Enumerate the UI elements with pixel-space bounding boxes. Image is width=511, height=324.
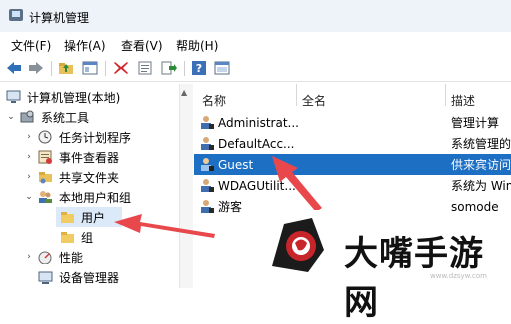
user-row-selected[interactable]: Guest 供来宾访问 [194, 154, 511, 175]
tree-item-root[interactable]: 计算机管理(本地) [6, 87, 120, 107]
menu-help[interactable]: 帮助(H) [176, 37, 218, 54]
user-description: somode [451, 199, 499, 214]
user-name: Guest [218, 157, 254, 172]
toolbar-separator [51, 61, 52, 76]
tree-scrollbar[interactable] [179, 84, 193, 288]
chevron-down-icon[interactable]: ⌄ [24, 192, 34, 202]
user-description: 管理计算 [451, 116, 500, 130]
window-title: 计算机管理 [29, 11, 90, 25]
tree-label: 用户 [81, 210, 106, 225]
tree-label: 计算机管理(本地) [27, 90, 121, 105]
forward-arrow-icon[interactable] [28, 60, 44, 76]
up-folder-icon[interactable] [58, 60, 74, 76]
shared-folder-icon [38, 170, 53, 184]
user-icon [200, 115, 215, 130]
user-icon [200, 157, 215, 172]
menu-file[interactable]: 文件(F) [11, 37, 51, 54]
toolbar: ? [0, 57, 511, 82]
user-name: Administrat... [218, 115, 299, 130]
view-icon[interactable] [214, 60, 230, 76]
svg-text:?: ? [196, 62, 202, 75]
tree-item-shared-folders[interactable]: › 共享文件夹 [24, 167, 119, 187]
user-name: 游客 [218, 200, 243, 214]
chevron-down-icon[interactable]: ⌄ [6, 112, 16, 122]
watermark-logo [272, 218, 324, 272]
chevron-right-icon[interactable]: › [24, 252, 34, 262]
tree-item-system-tools[interactable]: ⌄ 系统工具 [6, 107, 89, 127]
user-icon [200, 178, 215, 193]
chevron-right-icon[interactable]: › [24, 152, 34, 162]
annotation-arrow-guest [272, 156, 322, 210]
export-icon[interactable] [161, 60, 177, 76]
performance-icon [38, 250, 53, 265]
annotation-arrow-users [114, 214, 215, 238]
folder-icon [60, 230, 75, 244]
folder-icon [60, 210, 75, 224]
help-icon[interactable]: ? [191, 60, 207, 76]
tree-label: 共享文件夹 [59, 170, 120, 185]
delete-icon[interactable] [113, 60, 129, 76]
back-arrow-icon[interactable] [6, 60, 22, 76]
chevron-right-icon[interactable]: › [24, 172, 34, 182]
tree-item-task-scheduler[interactable]: › 任务计划程序 [24, 127, 131, 147]
toolbar-separator [105, 61, 106, 76]
column-header-name[interactable]: 名称 [202, 92, 226, 109]
user-description: 供来宾访问 [451, 158, 511, 172]
user-description: 系统管理的 [451, 137, 511, 151]
tree-label: 任务计划程序 [59, 130, 132, 145]
user-name: DefaultAcc... [218, 136, 295, 151]
user-row[interactable]: WDAGUtilit... 系统为 Win [194, 175, 511, 196]
event-viewer-icon [38, 150, 53, 164]
column-divider[interactable] [445, 84, 446, 106]
menu-view[interactable]: 查看(V) [121, 37, 163, 54]
toolbar-separator [184, 61, 185, 76]
user-row[interactable]: Administrat... 管理计算 [194, 112, 511, 133]
column-header-description[interactable]: 描述 [451, 92, 475, 109]
menu-action[interactable]: 操作(A) [64, 37, 106, 54]
show-hide-tree-icon[interactable] [82, 60, 98, 76]
tree-item-event-viewer[interactable]: › 事件查看器 [24, 147, 119, 167]
tree-label: 系统工具 [41, 110, 90, 125]
computer-management-icon [9, 9, 23, 21]
menu-bar: 文件(F) 操作(A) 查看(V) 帮助(H) [0, 34, 511, 56]
tree-item-device-manager[interactable]: 设备管理器 [38, 267, 119, 287]
watermark-url: www.dzsyw.com [430, 272, 487, 280]
tree-label: 事件查看器 [59, 150, 120, 165]
properties-icon[interactable] [137, 60, 153, 76]
tree-item-performance[interactable]: › 性能 [24, 247, 83, 267]
user-row[interactable]: 游客 somode [194, 196, 511, 217]
chevron-right-icon[interactable]: › [24, 132, 34, 142]
tree-label: 性能 [59, 250, 84, 265]
tree-label: 组 [81, 230, 94, 245]
user-icon [200, 136, 215, 151]
scroll-up-arrow-icon[interactable]: ▲ [181, 88, 187, 97]
column-header-fullname[interactable]: 全名 [302, 92, 326, 109]
computer-management-icon [6, 90, 21, 104]
title-bar: 计算机管理 [0, 0, 511, 32]
column-divider[interactable] [296, 84, 297, 106]
users-group-icon [38, 190, 53, 204]
user-description: 系统为 Win [451, 179, 511, 193]
clock-icon [38, 130, 53, 144]
user-row[interactable]: DefaultAcc... 系统管理的 [194, 133, 511, 154]
tree-label: 设备管理器 [59, 270, 120, 285]
tools-icon [20, 110, 35, 124]
device-manager-icon [38, 270, 53, 284]
tree-item-groups[interactable]: 组 [60, 227, 93, 247]
